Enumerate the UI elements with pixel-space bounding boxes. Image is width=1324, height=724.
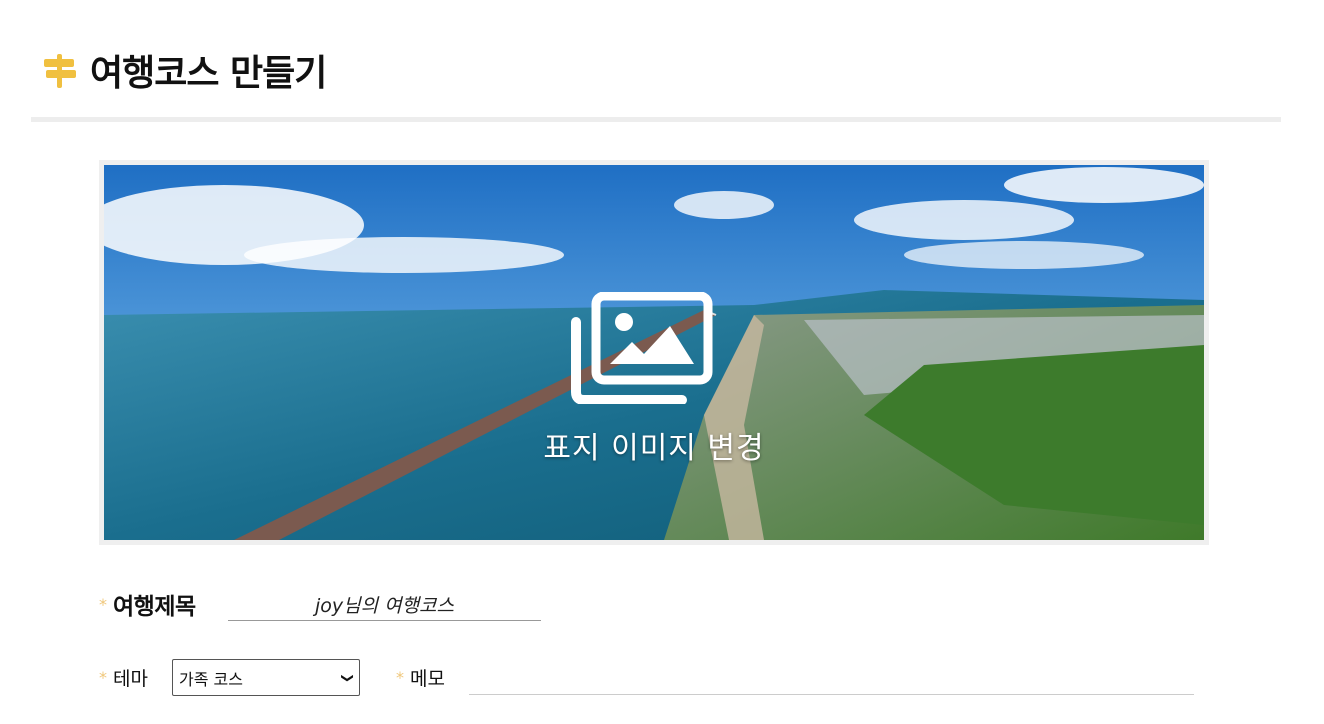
page-header: 여행코스 만들기: [42, 48, 327, 94]
required-mark: *: [396, 667, 404, 687]
theme-select[interactable]: 가족 코스 ❯: [172, 659, 360, 696]
theme-row: * 테마: [99, 660, 148, 694]
cover-image-frame: 표지 이미지 변경: [99, 160, 1209, 545]
memo-input[interactable]: [469, 662, 1194, 695]
cover-image[interactable]: 표지 이미지 변경: [104, 165, 1204, 540]
chevron-down-icon: ❯: [340, 672, 355, 683]
theme-selected-value: 가족 코스: [179, 669, 243, 689]
memo-row: * 메모: [396, 660, 445, 694]
required-mark: *: [99, 667, 107, 687]
title-label: 여행제목: [113, 594, 196, 620]
header-divider: [31, 117, 1281, 122]
change-cover-label: 표지 이미지 변경: [543, 431, 765, 466]
page-title: 여행코스 만들기: [90, 53, 327, 94]
signpost-icon: [42, 50, 78, 90]
theme-label: 테마: [113, 667, 148, 690]
images-icon: [571, 292, 713, 404]
change-cover-button[interactable]: 표지 이미지 변경: [104, 165, 1204, 540]
required-mark: *: [99, 594, 107, 614]
title-input[interactable]: [228, 588, 541, 621]
title-row: * 여행제목: [99, 586, 196, 622]
memo-label: 메모: [410, 667, 445, 690]
